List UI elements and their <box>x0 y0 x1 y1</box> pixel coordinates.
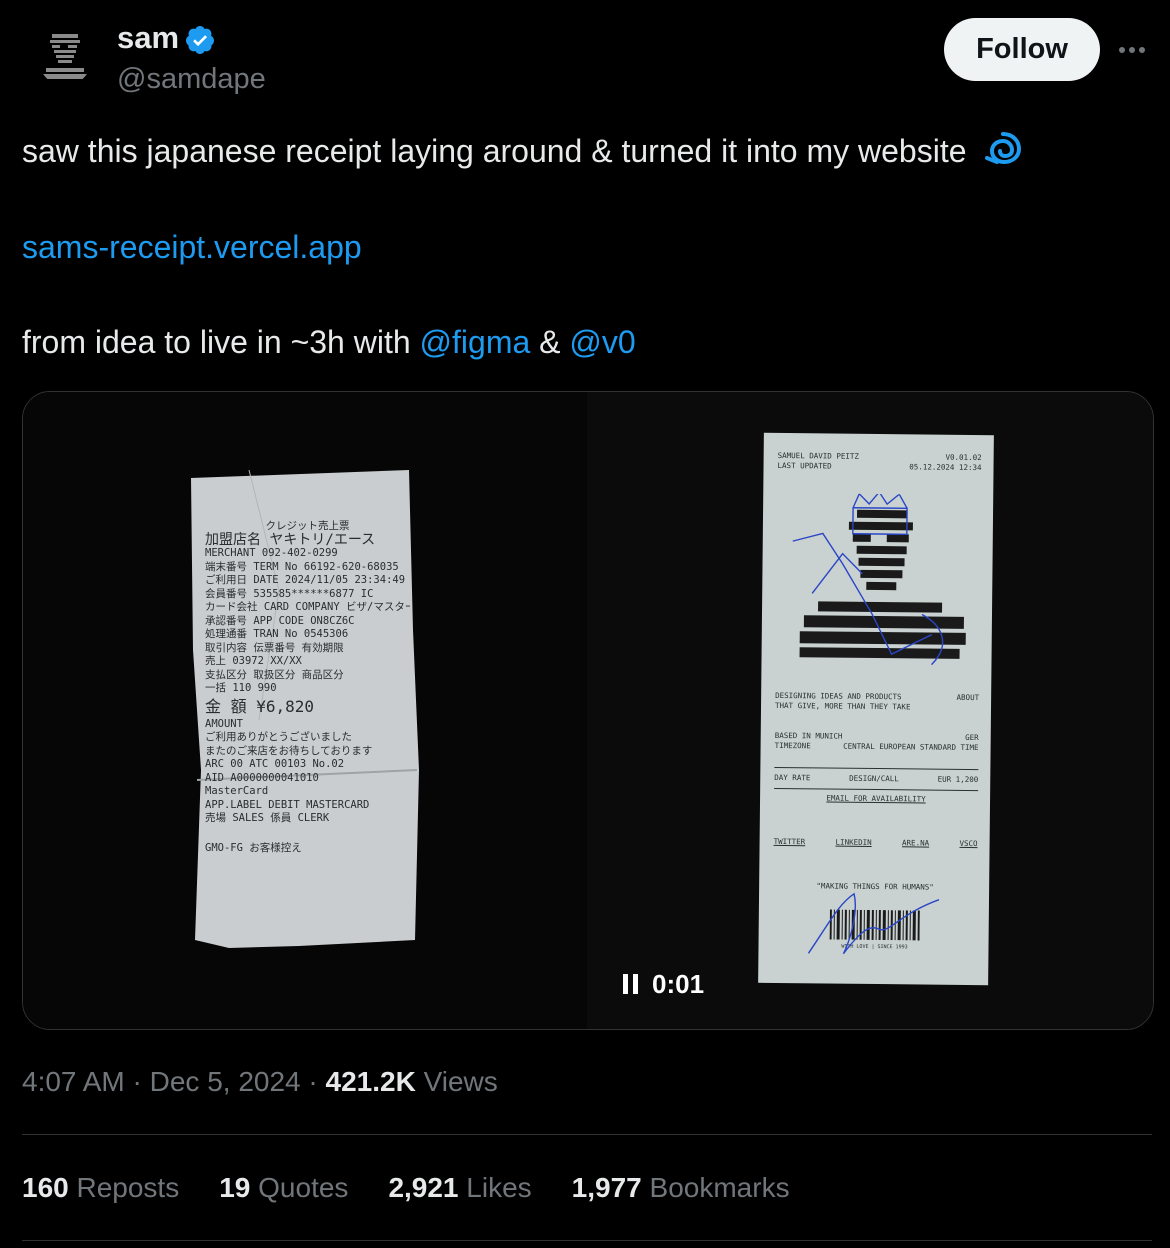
receipt-line: またのご来店をお待ちしております <box>205 744 373 757</box>
pixel-portrait-image <box>792 493 966 666</box>
receipt-tagline-2: THAT GIVE, MORE THAN THEY TAKE <box>774 700 911 712</box>
receipt-line: カード会社 CARD COMPANY ビザ/マスター <box>205 601 410 613</box>
video-timestamp: 0:01 <box>652 968 705 999</box>
divider <box>22 1240 1152 1241</box>
receipt-based-code: GER <box>965 732 979 743</box>
receipt-link-vsco[interactable]: VSCO <box>959 839 977 849</box>
divider <box>22 1134 1152 1135</box>
tweet-line-1: saw this japanese receipt laying around … <box>22 128 1023 179</box>
tweet-meta: 4:07 AM · Dec 5, 2024 · 421.2K Views <box>22 1062 498 1102</box>
receipt-day-rate: DAY RATE <box>774 772 811 783</box>
receipt-line: 端末番号 TERM No 66192-620-68035 <box>205 560 399 573</box>
tweet-text-prefix: from idea to live in ~3h with <box>22 324 420 360</box>
avatar[interactable] <box>38 28 92 86</box>
mention-v0[interactable]: @v0 <box>569 324 635 360</box>
receipt-line: APP.LABEL DEBIT MASTERCARD <box>205 798 370 811</box>
cyclone-emoji-icon <box>983 128 1023 179</box>
stat-bookmarks[interactable]: 1,977 Bookmarks <box>572 1168 790 1208</box>
meta-separator: · <box>124 1066 150 1097</box>
tweet-text: saw this japanese receipt laying around … <box>22 132 967 169</box>
verified-badge-icon <box>184 24 216 56</box>
receipt-line: ARC 00 ATC 00103 No.02 <box>205 758 345 770</box>
tweet-text-mid: & <box>530 324 570 360</box>
receipt-date: 05.12.2024 12:34 <box>909 462 982 473</box>
receipt-line: ご利用ありがとうございました <box>205 731 352 743</box>
receipt-link-arena[interactable]: ARE.NA <box>902 838 929 848</box>
receipt-line: 処理通番 TRAN No 0545306 <box>205 628 349 640</box>
engagement-stats: 160 Reposts 19 Quotes 2,921 Likes 1,977 … <box>22 1168 790 1208</box>
signature-scribble <box>807 892 940 955</box>
author-name[interactable]: sam <box>117 18 179 58</box>
receipt-timezone-value: CENTRAL EUROPEAN STANDARD TIME <box>843 741 979 753</box>
views-label: Views <box>415 1066 498 1097</box>
views-count[interactable]: 421.2K <box>326 1066 416 1097</box>
receipt-link-twitter[interactable]: TWITTER <box>774 837 806 847</box>
stat-likes[interactable]: 2,921 Likes <box>388 1168 531 1208</box>
more-options-icon[interactable] <box>1112 30 1152 70</box>
japanese-receipt-image: クレジット売上票 加盟店名 ヤキトリ/エース MERCHANT 092-402-… <box>189 470 419 970</box>
receipt-last-updated: LAST UPDATED <box>777 460 832 471</box>
video-frame-right: SAMUEL DAVID PEITZ V0.01.02 LAST UPDATED… <box>587 392 1153 1029</box>
video-frame-left: クレジット売上票 加盟店名 ヤキトリ/エース MERCHANT 092-402-… <box>23 392 587 1029</box>
meta-separator: · <box>300 1066 326 1097</box>
tweet-time[interactable]: 4:07 AM <box>22 1066 125 1097</box>
receipt-line: 支払区分 取扱区分 商品区分 <box>205 668 344 681</box>
video-controls[interactable]: 0:01 <box>623 964 704 1004</box>
mention-figma[interactable]: @figma <box>420 324 531 360</box>
stat-quotes[interactable]: 19 Quotes <box>219 1168 348 1208</box>
stat-reposts[interactable]: 160 Reposts <box>22 1168 179 1208</box>
receipt-line: 売場 SALES 係員 CLERK <box>205 812 330 824</box>
avatar-image <box>38 28 92 86</box>
tweet-date[interactable]: Dec 5, 2024 <box>150 1066 301 1097</box>
pause-icon[interactable] <box>623 974 638 994</box>
receipt-line: 加盟店名 ヤキトリ/エース <box>205 531 376 548</box>
receipt-based: BASED IN MUNICH <box>774 730 843 741</box>
receipt-line: 売上 03972 XX/XX <box>205 655 302 667</box>
follow-button[interactable]: Follow <box>944 18 1100 81</box>
receipt-line: AMOUNT <box>205 717 243 730</box>
tweet-line-3: from idea to live in ~3h with @figma & @… <box>22 320 636 364</box>
receipt-timezone-label: TIMEZONE <box>774 740 811 751</box>
website-link[interactable]: sams-receipt.vercel.app <box>22 225 362 269</box>
receipt-line: 取引内容 伝票番号 有効期限 <box>205 641 344 654</box>
receipt-line: 会員番号 535585******6877 IC <box>205 587 374 600</box>
receipt-line: 承認番号 APP CODE ON8CZ6C <box>205 614 355 627</box>
author-handle[interactable]: @samdape <box>117 60 266 98</box>
receipt-link-linkedin[interactable]: LINKEDIN <box>836 838 872 848</box>
video-player[interactable]: クレジット売上票 加盟店名 ヤキトリ/エース MERCHANT 092-402-… <box>22 391 1154 1030</box>
receipt-line: 一括 110 990 <box>205 682 277 694</box>
receipt-line: ご利用日 DATE 2024/11/05 23:34:49 <box>205 574 406 586</box>
receipt-line: MERCHANT 092-402-0299 <box>205 547 338 559</box>
receipt-line: MasterCard <box>205 785 269 797</box>
receipt-line: 金 額 ¥6,820 <box>205 696 315 716</box>
receipt-line: AID A0000000041010 <box>205 771 319 784</box>
receipt-line: GMO-FG お客様控え <box>205 841 302 854</box>
receipt-design-call: DESIGN/CALL <box>849 773 899 784</box>
receipt-version: V0.01.02 <box>945 452 982 463</box>
receipt-eur: EUR 1,200 <box>937 774 979 785</box>
receipt-about-tag[interactable]: ABOUT <box>956 693 980 703</box>
website-receipt-image: SAMUEL DAVID PEITZ V0.01.02 LAST UPDATED… <box>758 432 994 986</box>
